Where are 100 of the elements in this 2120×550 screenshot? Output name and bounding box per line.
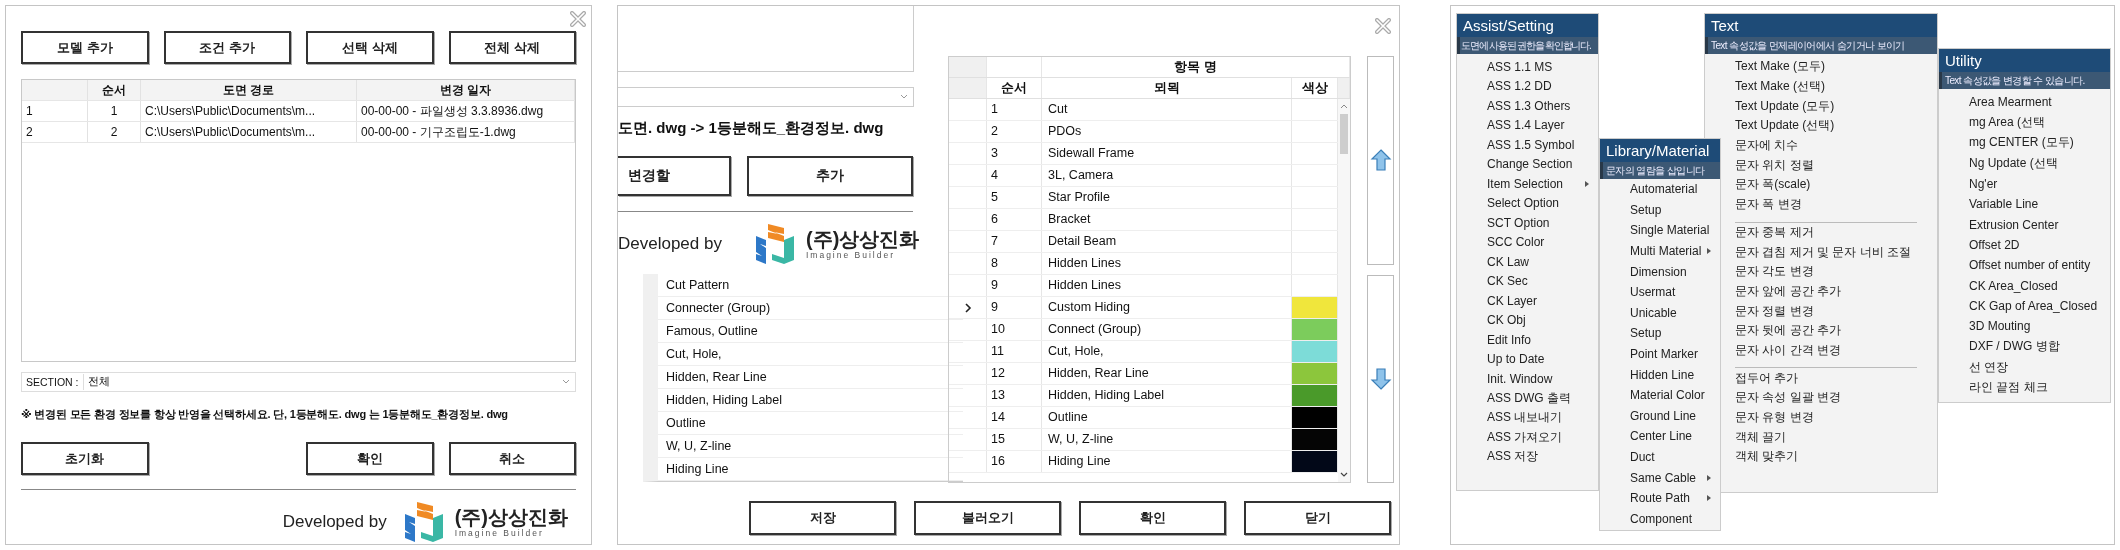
color-swatch[interactable] xyxy=(1292,341,1337,362)
menu-item[interactable]: Automaterial xyxy=(1630,182,1698,197)
color-swatch[interactable] xyxy=(1292,407,1337,428)
dialog-button[interactable]: 불러오기 xyxy=(914,501,1061,535)
menu-item[interactable]: Init. Window xyxy=(1487,371,1553,386)
dialog-button[interactable]: 닫기 xyxy=(1244,501,1391,535)
menu-item[interactable]: Edit Info xyxy=(1487,332,1532,347)
menu-item[interactable]: Change Section xyxy=(1487,157,1573,172)
menu-item[interactable]: CK Obj xyxy=(1487,313,1526,328)
menu-item[interactable]: mg Area (선택 xyxy=(1969,114,2046,132)
menu-item[interactable]: Offset 2D xyxy=(1969,237,2020,252)
menu-item[interactable]: 라인 끝점 체크 xyxy=(1969,379,2048,397)
menu-item[interactable]: Single Material xyxy=(1630,223,1710,238)
menu-item[interactable]: ASS 1.5 Symbol xyxy=(1487,137,1575,152)
color-swatch[interactable] xyxy=(1292,363,1337,384)
menu-item[interactable]: Ground Line xyxy=(1630,408,1697,423)
menu-item[interactable]: Route Path xyxy=(1630,491,1691,506)
color-swatch[interactable] xyxy=(1292,319,1337,340)
menu-item[interactable]: 3D Mouting xyxy=(1969,319,2031,334)
menu-item[interactable]: ASS 1.3 Others xyxy=(1487,98,1571,113)
menu-item[interactable]: ASS DWG 출력 xyxy=(1487,389,1571,407)
menu-item[interactable]: 문자 중복 제거 xyxy=(1735,223,1814,241)
menu-item[interactable]: Extrusion Center xyxy=(1969,217,2059,232)
menu-item[interactable]: Text Update (선택) xyxy=(1735,117,1835,135)
menu-item[interactable]: mg CENTER (모두) xyxy=(1969,134,2074,152)
menu-item[interactable]: Hidden Line xyxy=(1630,367,1695,382)
menu-item[interactable]: 문자 각도 변경 xyxy=(1735,263,1814,281)
menu-item[interactable]: 객체 맞추기 xyxy=(1735,448,1799,466)
column-header[interactable]: 뫼뫽 xyxy=(1042,78,1292,98)
menu-item[interactable]: 선 연장 xyxy=(1969,358,2009,376)
menu-item[interactable]: ASS 내보내기 xyxy=(1487,409,1563,427)
menu-item[interactable]: CK Area_Closed xyxy=(1969,278,2058,293)
menu-item[interactable]: 문자 폭(scale) xyxy=(1735,176,1811,194)
menu-item[interactable]: Dimension xyxy=(1630,264,1687,279)
move-down-button[interactable] xyxy=(1367,274,1394,483)
menu-item[interactable]: Setup xyxy=(1630,326,1662,341)
column-header[interactable]: 변경 일자 xyxy=(357,80,575,100)
menu-item[interactable]: CK Gap of Area_Closed xyxy=(1969,299,2098,314)
menu-item[interactable]: Point Marker xyxy=(1630,347,1699,362)
menu-item[interactable]: Center Line xyxy=(1630,429,1693,444)
menu-item[interactable]: DXF / DWG 병합 xyxy=(1969,338,2060,356)
dialog-button[interactable]: 저장 xyxy=(749,501,896,535)
menu-item[interactable]: ASS 저장 xyxy=(1487,448,1539,466)
move-up-button[interactable] xyxy=(1367,56,1394,265)
column-header[interactable]: 순서 xyxy=(88,80,141,100)
scroll-up-icon[interactable] xyxy=(1339,102,1349,110)
menu-item[interactable]: 문자 뒷에 공간 추가 xyxy=(1735,322,1841,340)
column-header[interactable]: 순서 xyxy=(987,78,1042,98)
reset-button[interactable]: 초기화 xyxy=(21,442,149,475)
menu-item[interactable]: CK Sec xyxy=(1487,274,1528,289)
menu-item[interactable]: Ng'er xyxy=(1969,176,1998,191)
dialog-button[interactable]: 변경할 xyxy=(618,156,731,196)
menu-item[interactable]: 문자 사이 간격 변경 xyxy=(1735,341,1841,359)
menu-item[interactable]: CK Law xyxy=(1487,254,1530,269)
menu-item[interactable]: 문자 속성 일괄 변경 xyxy=(1735,389,1841,407)
menu-item[interactable]: Component xyxy=(1630,511,1693,526)
close-icon[interactable] xyxy=(570,10,586,27)
menu-item[interactable]: 접두어 추가 xyxy=(1735,369,1799,387)
menu-item[interactable]: Area Mearment xyxy=(1969,95,2052,110)
menu-item[interactable]: ASS 가져오기 xyxy=(1487,428,1563,446)
toolbar-button[interactable]: 모델 추가 xyxy=(21,31,149,64)
menu-item[interactable]: Ng Update (선택 xyxy=(1969,154,2058,172)
menu-item[interactable]: Same Cable xyxy=(1630,470,1697,485)
menu-item[interactable]: Variable Line xyxy=(1969,197,2039,212)
menu-item[interactable]: 문자 폭 변경 xyxy=(1735,196,1802,214)
scroll-down-icon[interactable] xyxy=(1339,471,1349,479)
menu-item[interactable]: Select Option xyxy=(1487,196,1560,211)
color-swatch[interactable] xyxy=(1292,429,1337,450)
toolbar-button[interactable]: 선택 삭제 xyxy=(306,31,434,64)
menu-item[interactable]: ASS 1.1 MS xyxy=(1487,59,1553,74)
dropdown-field[interactable] xyxy=(618,87,914,107)
color-swatch[interactable] xyxy=(1292,297,1337,318)
toolbar-button[interactable]: 조건 추가 xyxy=(163,31,291,64)
menu-item[interactable]: Offset number of entity xyxy=(1969,258,2091,273)
color-swatch[interactable] xyxy=(1292,451,1337,472)
dialog-button[interactable]: 확인 xyxy=(1079,501,1226,535)
menu-item[interactable]: 문자 겹침 제거 및 문자 너비 조절 xyxy=(1735,243,1911,261)
menu-item[interactable]: SCT Option xyxy=(1487,215,1550,230)
scrollbar-thumb[interactable] xyxy=(1340,114,1348,154)
menu-item[interactable]: Up to Date xyxy=(1487,352,1545,367)
menu-item[interactable]: Multi Material xyxy=(1630,244,1702,259)
text-area-field[interactable] xyxy=(618,6,914,72)
menu-item[interactable]: Unicable xyxy=(1630,305,1677,320)
dialog-button[interactable]: 추가 xyxy=(747,156,913,196)
section-dropdown[interactable]: SECTION : 전체 xyxy=(21,372,576,392)
menu-item[interactable]: Text Make (선택) xyxy=(1735,78,1825,96)
menu-item[interactable]: 객체 끌기 xyxy=(1735,428,1787,446)
menu-item[interactable]: Text Update (모두) xyxy=(1735,97,1835,115)
menu-item[interactable]: Material Color xyxy=(1630,388,1705,403)
column-header[interactable]: 도면 경로 xyxy=(141,80,357,100)
menu-item[interactable]: ASS 1.2 DD xyxy=(1487,79,1552,94)
menu-item[interactable]: Setup xyxy=(1630,202,1662,217)
color-swatch[interactable] xyxy=(1292,385,1337,406)
dialog-button[interactable]: 확인 xyxy=(306,442,434,475)
menu-item[interactable]: 문자 앞에 공간 추가 xyxy=(1735,282,1841,300)
menu-item[interactable]: Item Selection xyxy=(1487,176,1564,191)
menu-item[interactable]: Text Make (모두) xyxy=(1735,58,1825,76)
menu-item[interactable]: 문자 유형 변경 xyxy=(1735,409,1814,427)
menu-item[interactable]: 문자에 치수 xyxy=(1735,137,1799,155)
toolbar-button[interactable]: 전체 삭제 xyxy=(448,31,576,64)
